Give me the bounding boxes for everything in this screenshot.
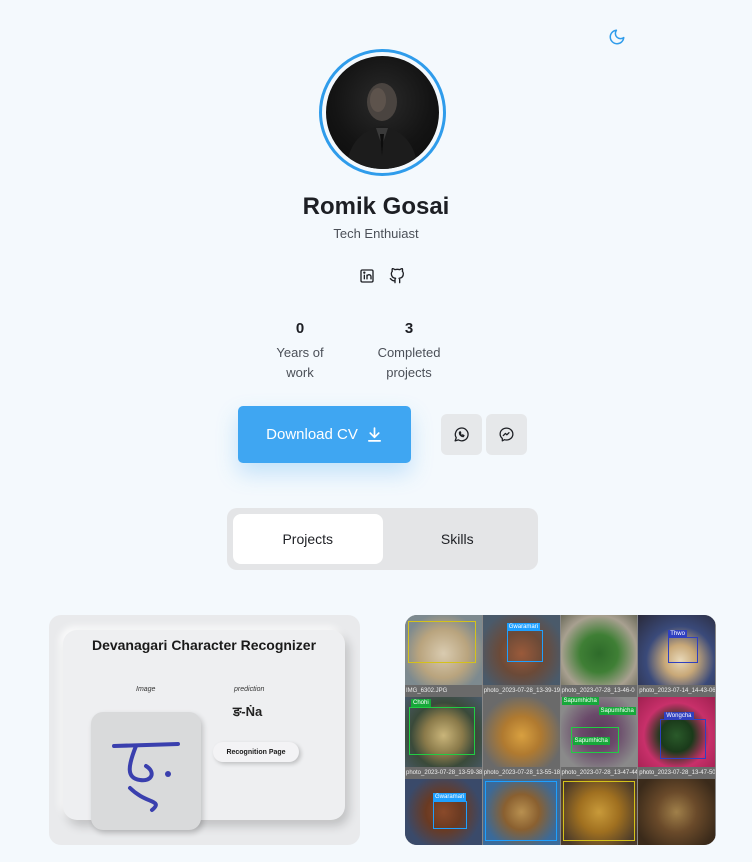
project-card-food-detection[interactable]: Gwaramari Thwo IMG_6302.JPG photo_2023-0… [405, 615, 716, 845]
stat-value: 0 [295, 320, 305, 337]
github-link[interactable] [388, 267, 406, 285]
linkedin-icon [360, 269, 374, 283]
food-image: Chohi [405, 697, 483, 767]
detection-tag: Gwaramari [433, 793, 467, 801]
stat-label: Years of work [245, 343, 355, 383]
social-links [358, 267, 406, 285]
food-image: Wongcha [638, 697, 716, 767]
detection-box [433, 801, 467, 829]
image-caption: photo_2023-07-28_13-59-38 [405, 767, 483, 779]
avatar-portrait [346, 83, 418, 169]
image-caption: photo_2023-07-28_13-46-0 [560, 685, 639, 697]
stat-label-line: Years of [276, 345, 324, 360]
tab-skills[interactable]: Skills [383, 514, 533, 564]
detection-box [408, 621, 476, 663]
detection-box [668, 637, 699, 663]
food-image: Gwaramari [405, 779, 483, 845]
stat-label-line: work [286, 365, 314, 380]
whatsapp-icon [454, 427, 469, 442]
image-caption: photo_2023-07-28_13-39-19 [482, 685, 561, 697]
detection-tag: Sapumhicha [598, 707, 636, 715]
detection-box [409, 707, 475, 755]
tab-projects[interactable]: Projects [233, 514, 383, 564]
food-image [482, 697, 561, 767]
recognition-page-button: Recognition Page [213, 742, 299, 762]
handwritten-character [112, 742, 180, 812]
stat-label-line: Completed [377, 345, 441, 360]
download-cv-label: Download CV [266, 426, 358, 443]
detection-tag: Chohi [411, 699, 431, 707]
detection-tag: Sapumhicha [561, 697, 599, 705]
handwritten-character-image [91, 712, 201, 830]
download-icon [367, 427, 381, 442]
profile-tagline: Tech Enthuiast [333, 226, 419, 241]
food-image: Sapumhicha Sapumhicha Sapumhicha [560, 697, 639, 767]
image-label: Image [136, 686, 156, 693]
github-icon [389, 268, 404, 284]
food-image: Gwaramari [482, 615, 561, 685]
image-caption: photo_2023-07-14_14-43-06 [638, 685, 716, 697]
prediction-label: prediction [234, 686, 265, 693]
food-image [560, 615, 639, 685]
food-image [560, 779, 639, 845]
detection-box [570, 727, 619, 753]
image-caption: photo_2023-07-28_13-55-18 [482, 767, 561, 779]
theme-toggle-button[interactable] [605, 25, 629, 49]
whatsapp-button[interactable] [441, 414, 482, 455]
food-image [482, 779, 561, 845]
prediction-value: ङ-Ṅa [233, 704, 263, 719]
stat-label: Completed projects [354, 343, 464, 383]
detection-box [660, 719, 707, 759]
profile-name: Romik Gosai [302, 193, 450, 220]
project-preview: Devanagari Character Recognizer Image pr… [63, 630, 345, 830]
linkedin-link[interactable] [358, 267, 376, 285]
image-caption: photo_2023-07-28_13-47-44 [560, 767, 639, 779]
stat-value: 3 [404, 320, 414, 337]
avatar [319, 49, 446, 176]
stat-years-of-work: 0 Years of work [245, 320, 355, 383]
image-caption: IMG_6302.JPG [405, 685, 483, 697]
detection-box [506, 630, 543, 662]
food-image: Thwo [638, 615, 716, 685]
section-tabs: Projects Skills [227, 508, 538, 570]
project-card-devanagari[interactable]: Devanagari Character Recognizer Image pr… [49, 615, 360, 845]
stat-completed-projects: 3 Completed projects [354, 320, 464, 383]
food-image [638, 779, 716, 845]
image-caption: photo_2023-07-28_13-47-50 [638, 767, 716, 779]
stat-label-line: projects [386, 365, 432, 380]
food-image [405, 615, 483, 685]
avatar-photo [326, 56, 439, 169]
messenger-button[interactable] [486, 414, 527, 455]
detection-box [484, 781, 557, 841]
project-title: Devanagari Character Recognizer [91, 637, 317, 653]
messenger-icon [499, 427, 514, 442]
detection-box [562, 781, 635, 841]
download-cv-button[interactable]: Download CV [238, 406, 411, 463]
moon-icon [609, 29, 625, 45]
